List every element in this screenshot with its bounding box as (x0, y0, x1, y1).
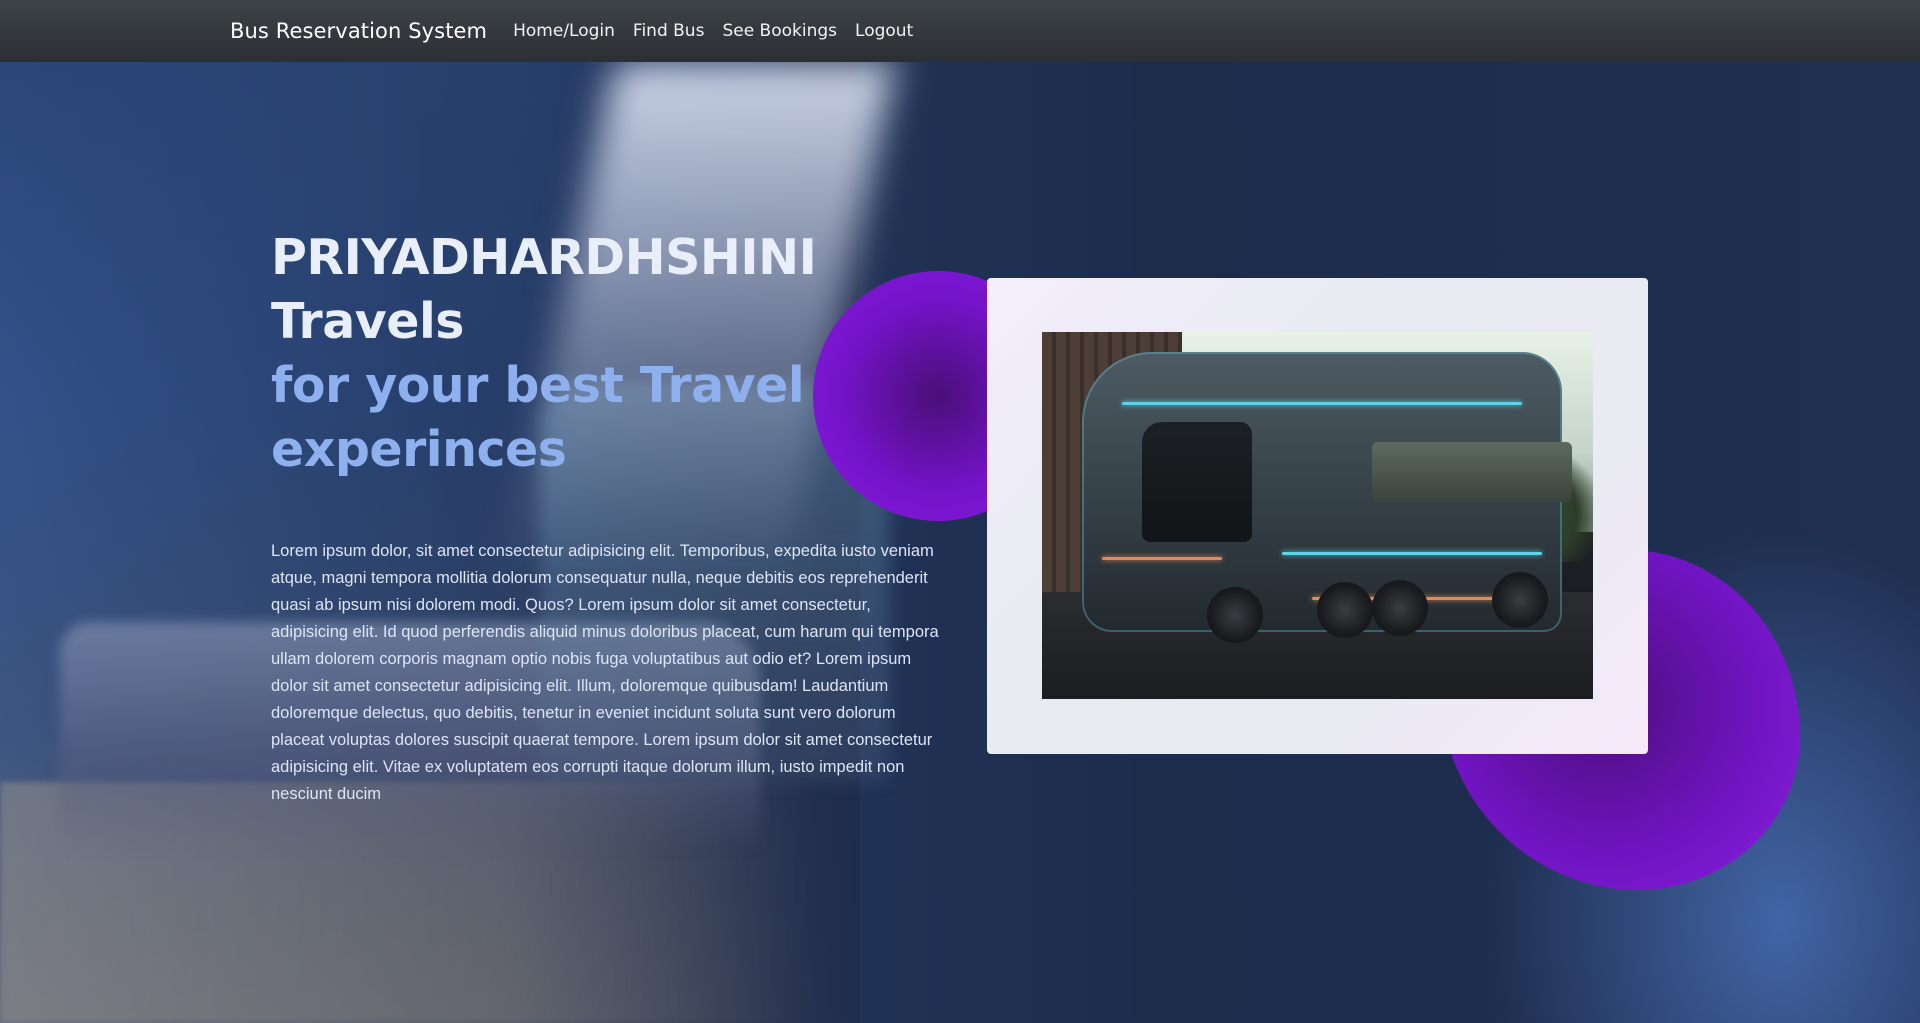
nav-find-bus[interactable]: Find Bus (633, 21, 705, 41)
brand-link[interactable]: Bus Reservation System (230, 19, 487, 43)
image-bus-windshield (1142, 422, 1252, 542)
nav-see-bookings[interactable]: See Bookings (722, 21, 837, 41)
hero-description: Lorem ipsum dolor, sit amet consectetur … (271, 542, 939, 803)
image-bus-wheel (1492, 572, 1548, 628)
image-bus-wheel (1372, 580, 1428, 636)
hero-tagline-line2: experinces (271, 421, 567, 478)
hero-title-line2: Travels (271, 293, 464, 350)
neon-accent-top (1122, 402, 1522, 405)
neon-accent-front (1102, 557, 1222, 560)
image-bus-wheel (1317, 582, 1373, 638)
futuristic-bus-image (1042, 332, 1593, 699)
hero-title-line1: PRIYADHARDHSHINI (271, 229, 817, 286)
top-navbar: Bus Reservation System Home/Login Find B… (0, 0, 1920, 62)
neon-accent-side (1282, 552, 1542, 555)
nav-logout[interactable]: Logout (855, 21, 913, 41)
image-bus-wheel (1207, 587, 1263, 643)
hero-headline: PRIYADHARDHSHINI Travels for your best T… (271, 226, 911, 482)
image-card (987, 278, 1648, 754)
image-bus-body (1082, 352, 1572, 632)
image-bus-side-window (1372, 442, 1572, 502)
hero-tagline-line1: for your best Travel (271, 357, 805, 414)
nav-home-login[interactable]: Home/Login (513, 21, 615, 41)
